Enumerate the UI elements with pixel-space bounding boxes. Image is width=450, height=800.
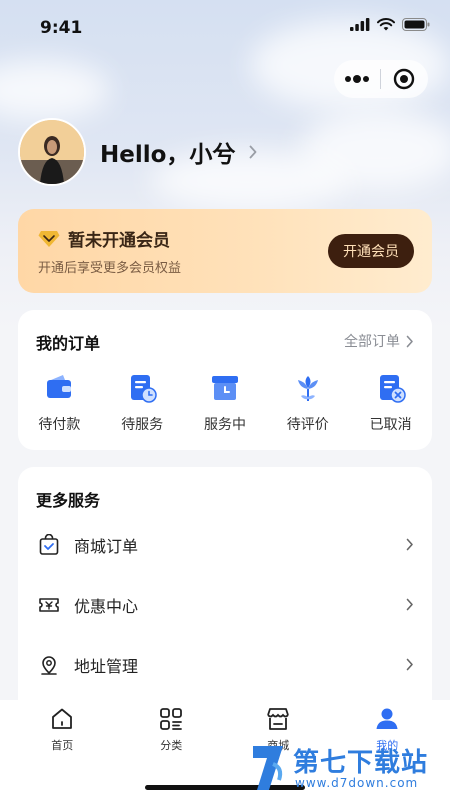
user-icon xyxy=(376,708,398,729)
profile-header[interactable]: Hello，小兮 xyxy=(18,118,257,186)
order-pending-payment[interactable]: 待付款 xyxy=(18,372,101,434)
watermark-url: www.d7down.com xyxy=(295,776,419,790)
watermark: 第七下载站 www.d7down.com xyxy=(249,738,444,796)
doc-clock-icon xyxy=(131,375,157,403)
target-circle-icon xyxy=(393,68,415,90)
service-item-address-management[interactable]: 地址管理 xyxy=(18,635,432,695)
more-menu-button[interactable] xyxy=(334,60,380,98)
service-label: 优惠中心 xyxy=(74,597,139,616)
order-label: 服务中 xyxy=(203,417,246,433)
greeting-text: Hello，小兮 xyxy=(100,142,236,168)
shopping-bag-icon xyxy=(39,534,59,555)
order-in-service[interactable]: 服务中 xyxy=(184,372,267,434)
watermark-brand: 第七下载站 xyxy=(293,748,429,778)
avatar[interactable] xyxy=(18,118,86,186)
services-title: 更多服务 xyxy=(36,491,101,510)
watermark-logo-icon xyxy=(253,746,283,790)
chevron-right-icon xyxy=(406,658,413,671)
signal-icon xyxy=(350,18,370,31)
coupon-icon xyxy=(39,598,59,612)
close-mini-program-button[interactable] xyxy=(381,60,427,98)
box-clock-icon xyxy=(211,376,238,400)
location-pin-icon xyxy=(41,656,57,675)
chevron-right-icon xyxy=(406,598,413,611)
more-dots-icon xyxy=(345,75,369,83)
all-orders-label: 全部订单 xyxy=(344,334,400,350)
order-cancelled[interactable]: 已取消 xyxy=(349,372,432,434)
battery-icon xyxy=(402,18,430,31)
tab-category[interactable]: 分类 xyxy=(115,706,228,753)
service-label: 商城订单 xyxy=(74,537,139,556)
order-label: 已取消 xyxy=(369,417,412,433)
chevron-right-icon xyxy=(250,145,257,159)
tab-label: 首页 xyxy=(51,739,74,752)
vip-diamond-icon xyxy=(38,230,60,247)
avatar-photo xyxy=(20,120,84,184)
service-item-coupon-center[interactable]: 优惠中心 xyxy=(18,575,432,635)
vip-subtitle: 开通后享受更多会员权益 xyxy=(38,261,182,276)
tab-label: 分类 xyxy=(160,739,183,752)
vip-membership-card: 暂未开通会员 开通后享受更多会员权益 开通会员 xyxy=(18,209,432,293)
wifi-icon xyxy=(377,18,395,31)
flower-icon xyxy=(297,376,318,401)
chevron-right-icon xyxy=(406,538,413,551)
status-bar: 9:41 xyxy=(0,0,450,58)
order-label: 待付款 xyxy=(38,417,81,433)
open-vip-button[interactable]: 开通会员 xyxy=(328,234,414,268)
order-label: 待服务 xyxy=(121,417,164,433)
more-services-card: 更多服务 商城订单 优惠中心 地址管理 xyxy=(18,467,432,727)
order-pending-review[interactable]: 待评价 xyxy=(266,372,349,434)
chevron-right-icon xyxy=(406,335,413,347)
orders-title: 我的订单 xyxy=(36,334,101,353)
service-label: 地址管理 xyxy=(74,657,139,676)
tab-home[interactable]: 首页 xyxy=(6,706,119,753)
doc-cancel-icon xyxy=(379,375,406,403)
mini-program-capsule xyxy=(334,60,428,98)
status-time: 9:41 xyxy=(40,18,83,38)
all-orders-link[interactable]: 全部订单 xyxy=(344,331,414,351)
store-icon xyxy=(267,708,290,730)
profile-arrow[interactable] xyxy=(249,145,257,159)
vip-title: 暂未开通会员 xyxy=(68,231,170,251)
home-icon xyxy=(52,708,73,729)
grid-icon xyxy=(160,708,183,730)
wallet-icon xyxy=(47,375,72,398)
order-pending-service[interactable]: 待服务 xyxy=(101,372,184,434)
order-label: 待评价 xyxy=(286,417,329,433)
my-orders-card: 我的订单 全部订单 待付款 待服务 服务中 待评价 已取消 xyxy=(18,310,432,450)
service-item-mall-orders[interactable]: 商城订单 xyxy=(18,515,432,575)
